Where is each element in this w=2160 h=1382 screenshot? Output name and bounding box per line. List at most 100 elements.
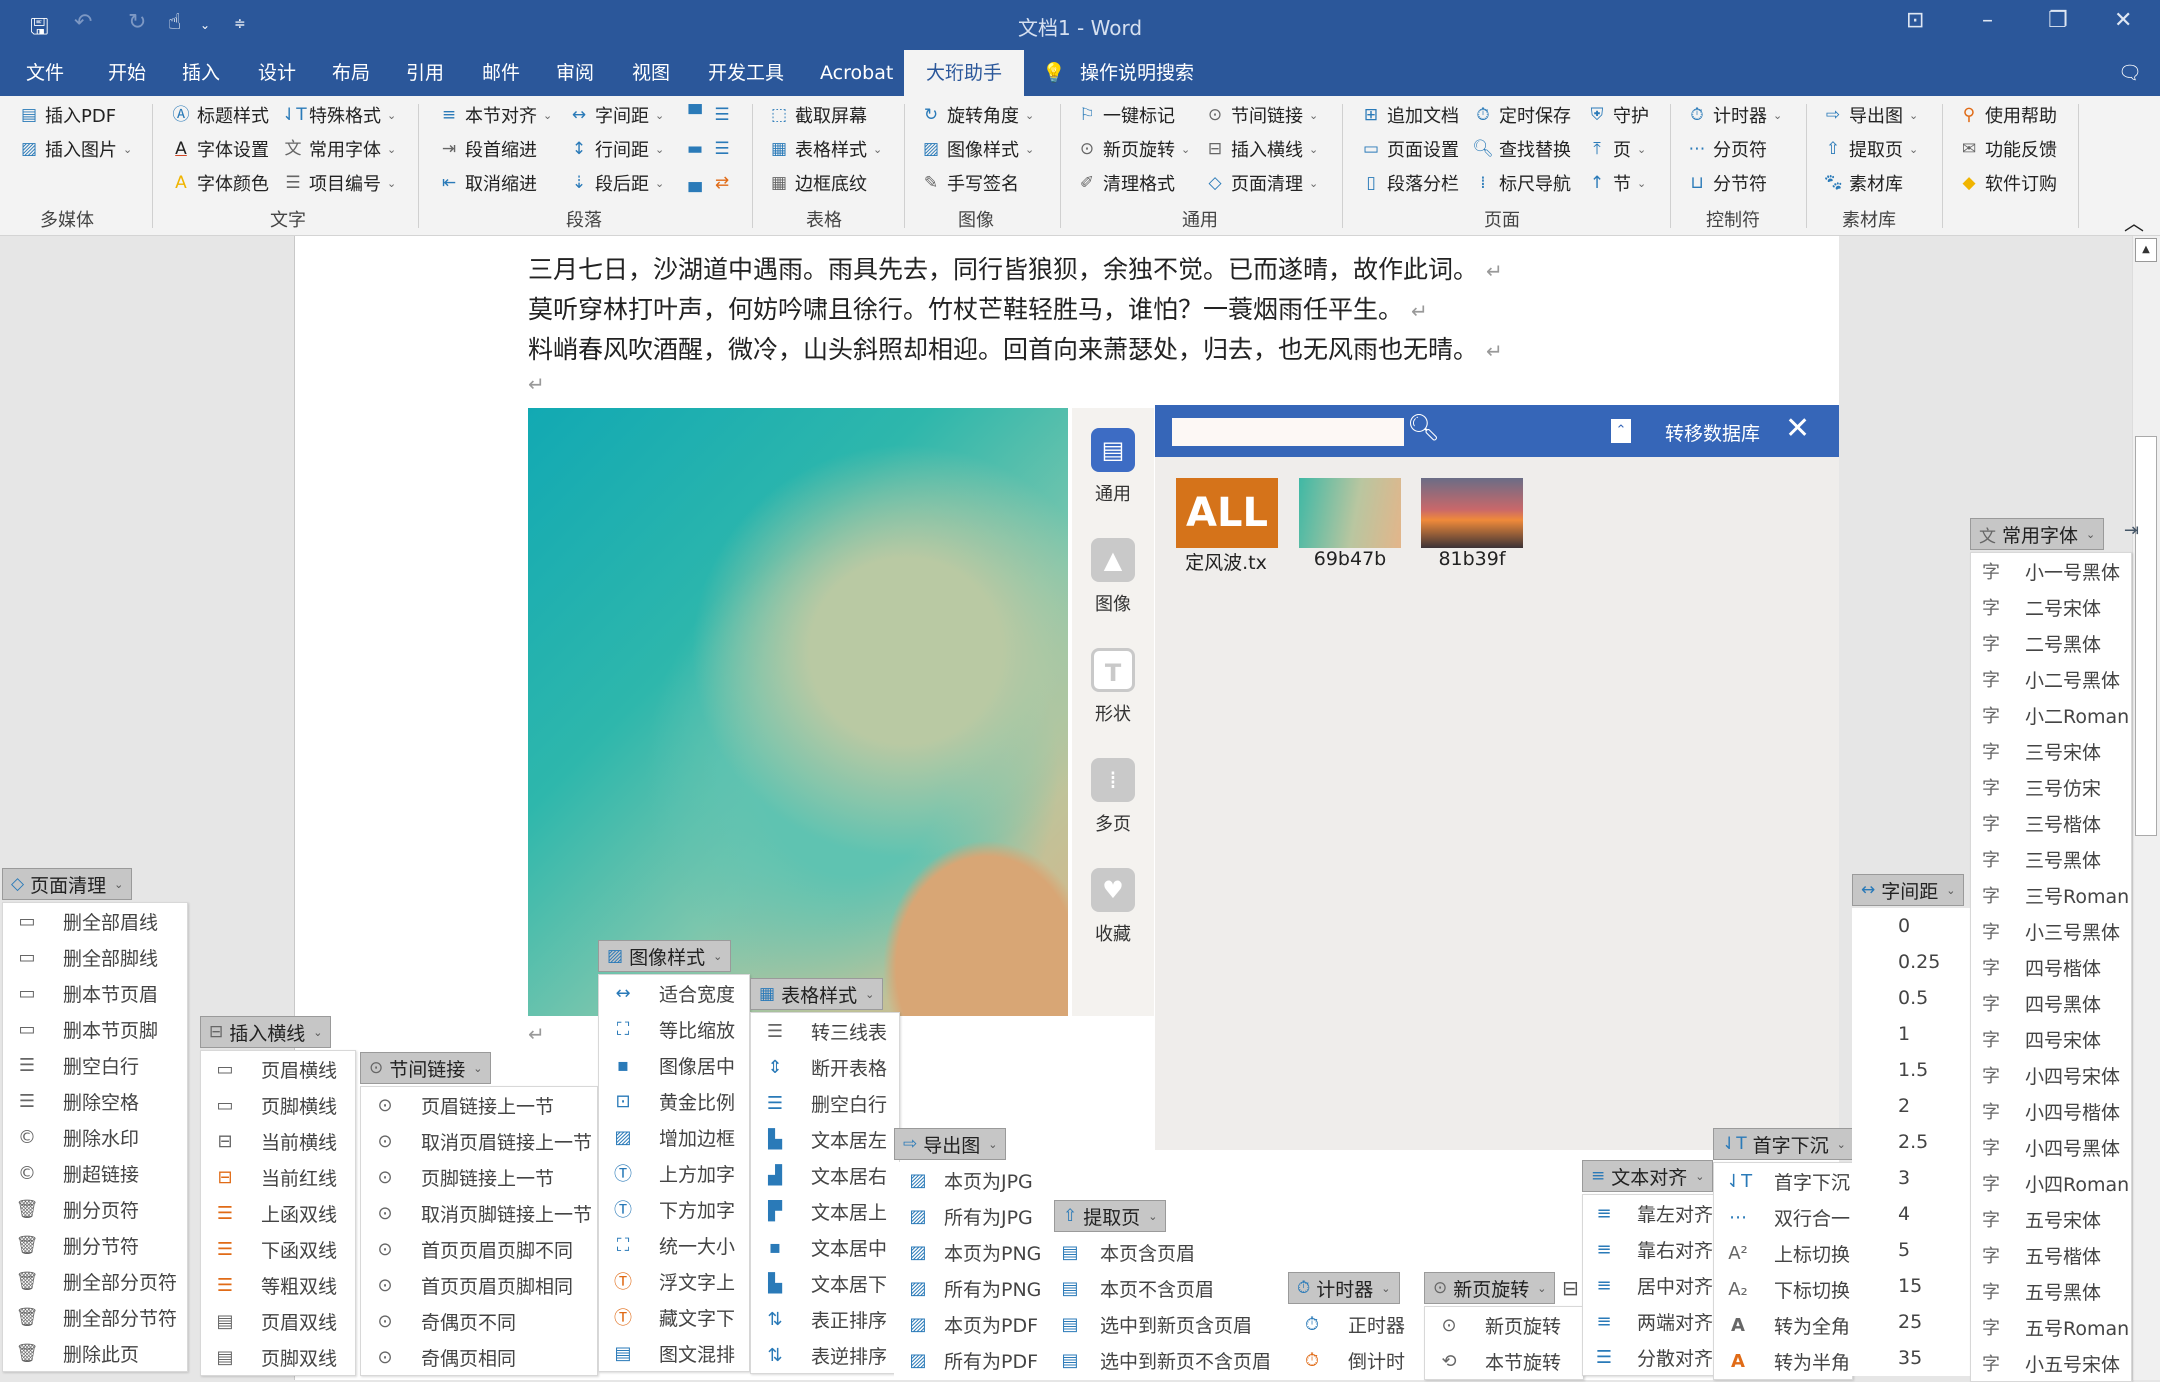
font-settings-button[interactable]: A 字体设置 xyxy=(170,134,269,164)
menu-item[interactable]: 字五号楷体 xyxy=(1971,1237,2131,1273)
menu-item[interactable]: 字二号黑体 xyxy=(1971,625,2131,661)
menu-item[interactable]: 1 xyxy=(1852,1016,1972,1052)
menu-item[interactable]: 1.5 xyxy=(1852,1052,1972,1088)
menu-item[interactable]: ≡ 靠右对齐 xyxy=(1583,1231,1713,1267)
category-favorites[interactable]: ♥ 收藏 xyxy=(1072,868,1154,946)
section-break-button[interactable]: ⊔ 分节符 xyxy=(1686,168,1767,198)
menu-item[interactable]: ⊙ 新页旋转 xyxy=(1425,1307,1583,1343)
menu-item[interactable]: 3 xyxy=(1852,1160,1972,1196)
menu-item[interactable]: ☰ 下函双线 xyxy=(201,1231,355,1267)
search-icon[interactable]: 🔍︎ xyxy=(1407,413,1440,443)
menu-item[interactable]: 字五号黑体 xyxy=(1971,1273,2131,1309)
menu-item[interactable]: Ⓣ 上方加字 xyxy=(599,1155,749,1191)
menu-item[interactable]: ↔ 适合宽度 xyxy=(599,975,749,1011)
menu-item[interactable]: 字四号黑体 xyxy=(1971,985,2131,1021)
tab-mailings[interactable]: 邮件 xyxy=(476,50,526,96)
minimize-icon[interactable]: – xyxy=(1982,8,1993,33)
menu-item[interactable]: 字五号宋体 xyxy=(1971,1201,2131,1237)
insert-pdf-button[interactable]: ▤ 插入PDF xyxy=(18,100,116,130)
vertical-scrollbar[interactable]: ▲ xyxy=(2132,236,2160,1380)
section-align-button[interactable]: ≡ 本节对齐 ⌄ xyxy=(438,100,552,130)
category-general[interactable]: ▤ 通用 xyxy=(1072,428,1154,506)
menu-item[interactable]: ▤ 选中到新页不含页眉 xyxy=(1054,1342,1294,1378)
menu-item[interactable]: 字小四Roman xyxy=(1971,1165,2131,1201)
menu-item[interactable]: ⊙ 页脚链接上一节 xyxy=(361,1159,597,1195)
menu-item[interactable]: ▨ 本页为PDF xyxy=(894,1306,1054,1342)
menu-item[interactable]: 字小二号黑体 xyxy=(1971,661,2131,697)
menu-item[interactable]: 字五号Roman xyxy=(1971,1309,2131,1345)
menu-item[interactable]: 字三号黑体 xyxy=(1971,841,2131,877)
scroll-up-icon[interactable]: ▲ xyxy=(2135,238,2157,262)
tab-file[interactable]: 文件 xyxy=(20,50,70,96)
menu-item[interactable]: ⇅ 表逆排序 xyxy=(751,1337,899,1373)
clear-format-button[interactable]: ✐ 清理格式 xyxy=(1076,168,1175,198)
new-page-rotate-button[interactable]: ⊙ 新页旋转 ⌄ xyxy=(1076,134,1190,164)
menu-item[interactable]: ▨ 本页为PNG xyxy=(894,1234,1054,1270)
menu-item[interactable]: ⛶ 等比缩放 xyxy=(599,1011,749,1047)
menu-item[interactable]: 🗑︎ 删分节符 xyxy=(3,1227,187,1263)
menu-item[interactable]: ⊙ 页眉链接上一节 xyxy=(361,1087,597,1123)
menu-item[interactable]: 0.5 xyxy=(1852,980,1972,1016)
find-replace-button[interactable]: 🔍︎ 查找替换 xyxy=(1472,134,1571,164)
menu-item[interactable]: ▙ 文本居左 xyxy=(751,1121,899,1157)
timed-save-button[interactable]: ⏱ 定时保存 xyxy=(1472,100,1571,130)
menu-item[interactable]: ⇅ 表正排序 xyxy=(751,1301,899,1337)
feedback-button[interactable]: ✉ 功能反馈 xyxy=(1958,134,2057,164)
menu-item[interactable]: ⋯ 双行合一 xyxy=(1714,1199,1852,1235)
menu-item[interactable]: 字小五号宋体 xyxy=(1971,1345,2131,1381)
first-indent-button[interactable]: ⇥ 段首缩进 xyxy=(438,134,537,164)
menu-item[interactable]: ▤ 本页不含页眉 xyxy=(1054,1270,1294,1306)
section-button[interactable]: ↑ 节 ⌄ xyxy=(1586,168,1646,198)
menu-item[interactable]: ≡ 居中对齐 xyxy=(1583,1267,1713,1303)
screenshot-button[interactable]: ⬚ 截取屏幕 xyxy=(768,100,867,130)
material-thumb[interactable] xyxy=(1421,478,1523,548)
menu-item[interactable]: Ⓣ 下方加字 xyxy=(599,1191,749,1227)
comments-icon[interactable]: 🗨 xyxy=(2112,50,2148,96)
page-button[interactable]: ⤒ 页 ⌄ xyxy=(1586,134,1646,164)
menu-item[interactable]: 2 xyxy=(1852,1088,1972,1124)
menu-item[interactable]: ▟ 文本居右 xyxy=(751,1157,899,1193)
menu-item[interactable]: 字三号Roman xyxy=(1971,877,2131,913)
new-page-rotate-menu-button[interactable]: ⊙ 新页旋转 ⌄ xyxy=(1424,1272,1556,1304)
guard-button[interactable]: ⛨ 守护 xyxy=(1586,100,1649,130)
menu-item[interactable]: 字小四号黑体 xyxy=(1971,1129,2131,1165)
menu-item[interactable]: ▙ 文本居下 xyxy=(751,1265,899,1301)
menu-item[interactable]: ⊟ 当前横线 xyxy=(201,1123,355,1159)
doc-line[interactable]: 莫听穿林打叶声，何妨吟啸且徐行。竹杖芒鞋轻胜马，谁怕？一蓑烟雨任平生。 ↵ xyxy=(528,290,1428,326)
menu-item[interactable]: ⏱ 倒计时 xyxy=(1288,1342,1428,1378)
material-thumb[interactable]: ALL xyxy=(1176,478,1278,548)
menu-item[interactable]: © 删超链接 xyxy=(3,1155,187,1191)
menu-item[interactable]: ☰ 删除空格 xyxy=(3,1083,187,1119)
extract-page-menu-button[interactable]: ⇧ 提取页 ⌄ xyxy=(1054,1200,1167,1232)
menu-item[interactable]: 字二号宋体 xyxy=(1971,589,2131,625)
material-thumb[interactable] xyxy=(1299,478,1401,548)
page-setup-button[interactable]: ▭ 页面设置 xyxy=(1360,134,1459,164)
menu-item[interactable]: 字小四号楷体 xyxy=(1971,1093,2131,1129)
menu-item[interactable]: ▤ 本页含页眉 xyxy=(1054,1234,1294,1270)
menu-item[interactable]: A 转为半角 xyxy=(1714,1343,1852,1379)
category-shape[interactable]: T 形状 xyxy=(1072,648,1154,726)
menu-item[interactable]: ▨ 增加边框 xyxy=(599,1119,749,1155)
menu-item[interactable]: 25 xyxy=(1852,1304,1972,1340)
menu-item[interactable]: ≡ 靠左对齐 xyxy=(1583,1195,1713,1231)
menu-item[interactable]: ☰ 删空白行 xyxy=(3,1047,187,1083)
restore-icon[interactable]: ❐ xyxy=(2048,8,2068,33)
menu-item[interactable]: ▤ 页眉双线 xyxy=(201,1303,355,1339)
item-numbering-button[interactable]: ☰ 项目编号 ⌄ xyxy=(282,168,396,198)
indent-icon[interactable]: ⇥ xyxy=(2124,520,2139,541)
collapse-ribbon-icon[interactable]: ︿ xyxy=(2124,206,2144,236)
insert-picture-button[interactable]: ▨ 插入图片 ⌄ xyxy=(18,134,132,164)
menu-item[interactable]: ☰ 等粗双线 xyxy=(201,1267,355,1303)
title-style-button[interactable]: Ⓐ 标题样式 xyxy=(170,100,270,130)
menu-item[interactable]: ☰ 转三线表 xyxy=(751,1013,899,1049)
handwrite-sign-button[interactable]: ✎ 手写签名 xyxy=(920,168,1019,198)
section-link-button[interactable]: ⊙ 节间链接 ⌄ xyxy=(1204,100,1318,130)
page-clean-menu-button[interactable]: ◇ 页面清理 ⌄ xyxy=(2,868,133,900)
menu-item[interactable]: 字四号宋体 xyxy=(1971,1021,2131,1057)
menu-item[interactable]: A 转为全角 xyxy=(1714,1307,1852,1343)
menu-item[interactable]: 🗑︎ 删分页符 xyxy=(3,1191,187,1227)
extract-page-button[interactable]: ⇧ 提取页 ⌄ xyxy=(1822,134,1918,164)
tab-design[interactable]: 设计 xyxy=(252,50,302,96)
menu-item[interactable]: 🗑︎ 删全部分节符 xyxy=(3,1299,187,1335)
special-format-button[interactable]: ⇃T 特殊格式 ⌄ xyxy=(282,100,396,130)
